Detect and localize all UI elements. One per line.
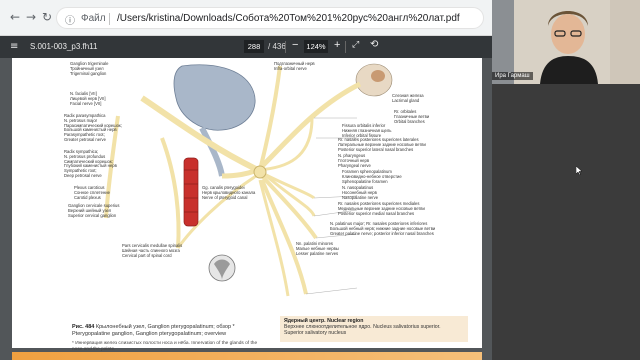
- label-sphenopalatine-foramen: Foramen sphenopalatinum Клиновидно-небно…: [342, 169, 402, 184]
- label-superior-cervical-ganglion: Ganglion cervicale superius Верхний шейн…: [68, 203, 120, 218]
- info-icon[interactable]: ⓘ: [65, 12, 75, 27]
- zoom-out-button[interactable]: −: [292, 39, 298, 51]
- label-orbital-branches: Rr. orbitales Глазничные ветви Orbital b…: [394, 109, 430, 124]
- label-pterygoid-canal-nerve: Gg. canalis pterygoidei Нерв крыловидног…: [202, 185, 256, 200]
- label-pharyngeal-nerve: N. pharyngeus Глоточный нерв Pharyngeal …: [338, 153, 371, 168]
- forward-arrow-icon[interactable]: →: [24, 10, 38, 24]
- carotid-artery-shape: [183, 157, 199, 227]
- url-scheme-label: Файл: [81, 13, 106, 24]
- webcam-tile[interactable]: Ира Гармаш: [492, 0, 640, 84]
- label-lesser-palatine-nerves: Nn. palatini minores Малые небные нервы …: [296, 241, 339, 256]
- participant-face: [551, 14, 585, 54]
- lacrimal-gland-shape: [371, 70, 385, 82]
- url-omnibox[interactable]: ⓘ Файл /Users/kristina/Downloads/Собота%…: [56, 7, 484, 29]
- label-trigeminal-ganglion: Ganglion trigeminale Тройничный узел Tri…: [70, 61, 109, 76]
- pterygopalatine-ganglion-node: [253, 165, 267, 179]
- figure-footnote: * Иннервация желез слизистых полости нос…: [72, 341, 258, 352]
- toolbar-divider: [285, 41, 286, 53]
- zoom-level-input[interactable]: 124%: [304, 40, 328, 53]
- zoom-in-button[interactable]: +: [334, 39, 340, 51]
- label-facial-nerve: N. facialis [VII] Лицевой нерв [VII] Fac…: [70, 91, 106, 106]
- figure-caption: Рис. 484 Крылонебный узел, Ganglion pter…: [72, 324, 262, 337]
- label-carotid-plexus: Plexus caroticus Сонное сплетение Caroti…: [74, 185, 110, 200]
- figure-caption-text: Крылонебный узел, Ganglion pterygopalati…: [72, 324, 235, 337]
- label-sympathetic-root: Radix sympathica; N. petrosus profundus …: [64, 149, 117, 178]
- next-pdf-page: [12, 352, 482, 360]
- label-posterior-superior-medial-nasal: Rr. nasales posteriores superiores media…: [338, 201, 425, 216]
- label-posterior-superior-lateral-nasal: Rr. nasales posteriores superiores later…: [338, 137, 426, 152]
- pdf-title: S.001-003_p3.fh11: [30, 42, 98, 51]
- toolbar-divider: [345, 41, 346, 53]
- nuclear-region-line2: Superior salivatory nucleus: [284, 330, 347, 336]
- hamburger-menu-icon[interactable]: ≡: [10, 41, 18, 52]
- label-parasympathetic-root: Radix parasympathica N. petrosus major П…: [64, 113, 122, 142]
- screen: ← → ↻ ⓘ Файл /Users/kristina/Downloads/С…: [0, 0, 640, 360]
- page-total: / 436: [268, 42, 286, 51]
- pdf-page: Ganglion trigeminale Тройничный узел Tri…: [12, 58, 482, 352]
- mouse-cursor-icon: [576, 166, 582, 175]
- browser-window: ← → ↻ ⓘ Файл /Users/kristina/Downloads/С…: [0, 0, 492, 360]
- label-infraorbital-nerve: Подглазничный нерв Infra-orbital nerve: [274, 61, 315, 71]
- pdf-viewport[interactable]: Ganglion trigeminale Тройничный узел Tri…: [0, 58, 492, 360]
- label-lacrimal-gland: Слезная железа Lacrimal gland: [392, 93, 424, 103]
- fit-page-icon[interactable]: ⤢: [352, 40, 359, 50]
- pdf-toolbar: ≡ S.001-003_p3.fh11 288 / 436 − 124% + ⤢…: [0, 36, 492, 58]
- back-arrow-icon[interactable]: ←: [8, 10, 22, 24]
- label-nasopalatine-nerve: N. nasopalatinus Носонебный нерв Nasopal…: [342, 185, 379, 200]
- address-bar: ← → ↻ ⓘ Файл /Users/kristina/Downloads/С…: [0, 0, 492, 36]
- page-number-input[interactable]: 288: [244, 40, 264, 53]
- figure-number: Рис. 484: [72, 324, 95, 330]
- url-separator: [109, 13, 110, 25]
- url-text[interactable]: /Users/kristina/Downloads/Собота%20Том%2…: [117, 13, 460, 24]
- trigeminal-ganglion-shape: [173, 64, 256, 131]
- label-cervical-spinal-cord: Pars cervicalis medullae spinalis Шейная…: [122, 243, 183, 258]
- participant-name: Ира Гармаш: [492, 72, 533, 80]
- reload-icon[interactable]: ↻: [40, 10, 54, 24]
- rotate-icon[interactable]: ⟲: [370, 39, 378, 50]
- nuclear-region-box: Ядерный центр. Nuclear region Верхнее сл…: [280, 316, 468, 342]
- label-greater-palatine-nerve: N. palatinus major; Rr. nasales posterio…: [330, 221, 436, 236]
